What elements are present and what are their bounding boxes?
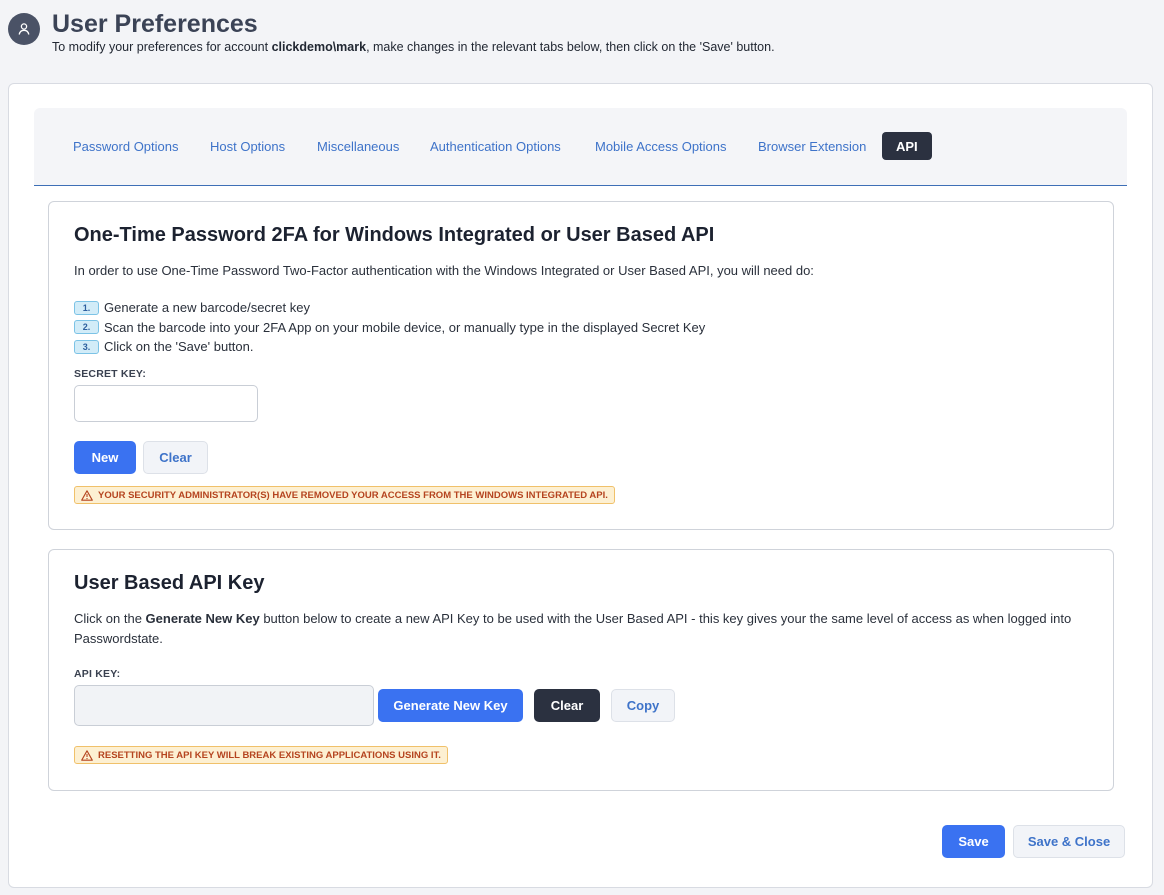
save-button[interactable]: Save xyxy=(942,825,1005,858)
subtitle-prefix: To modify your preferences for account xyxy=(52,40,272,54)
list-item: 1. Generate a new barcode/secret key xyxy=(74,298,705,318)
warning-triangle-icon xyxy=(81,749,93,761)
api-key-field[interactable] xyxy=(74,685,374,726)
tab-miscellaneous[interactable]: Miscellaneous xyxy=(317,132,399,160)
step-text: Generate a new barcode/secret key xyxy=(104,300,310,316)
preferences-panel: Password Options Host Options Miscellane… xyxy=(8,83,1153,888)
tab-bar: Password Options Host Options Miscellane… xyxy=(34,108,1127,186)
page-subtitle: To modify your preferences for account c… xyxy=(52,40,775,54)
otp-steps-list: 1. Generate a new barcode/secret key 2. … xyxy=(74,298,705,357)
step-text: Click on the 'Save' button. xyxy=(104,339,254,355)
copy-api-key-button[interactable]: Copy xyxy=(611,689,675,722)
otp-intro-text: In order to use One-Time Password Two-Fa… xyxy=(74,263,814,278)
save-and-close-button[interactable]: Save & Close xyxy=(1013,825,1125,858)
windows-api-access-warning: YOUR SECURITY ADMINISTRATOR(S) HAVE REMO… xyxy=(74,486,615,504)
avatar xyxy=(8,13,40,45)
clear-api-key-button[interactable]: Clear xyxy=(534,689,600,722)
api-section-title: User Based API Key xyxy=(74,572,265,594)
step-number: 1. xyxy=(74,300,99,315)
secret-key-input[interactable] xyxy=(74,385,258,422)
api-intro-bold: Generate New Key xyxy=(145,611,260,626)
api-key-label: API KEY: xyxy=(74,668,121,680)
otp-section-title: One-Time Password 2FA for Windows Integr… xyxy=(74,224,715,246)
clear-secret-button[interactable]: Clear xyxy=(143,441,208,474)
secret-key-label: SECRET KEY: xyxy=(74,368,147,380)
tab-password-options[interactable]: Password Options xyxy=(73,132,179,160)
api-key-reset-warning: RESETTING THE API KEY WILL BREAK EXISTIN… xyxy=(74,746,448,764)
page-header: User Preferences To modify your preferen… xyxy=(0,0,1164,80)
tab-api[interactable]: API xyxy=(882,132,932,160)
new-secret-button[interactable]: New xyxy=(74,441,136,474)
account-name: clickdemo\mark xyxy=(271,40,367,54)
tab-host-options[interactable]: Host Options xyxy=(210,132,285,160)
step-number: 2. xyxy=(74,320,99,335)
tab-mobile-access-options[interactable]: Mobile Access Options xyxy=(595,132,727,160)
warning-text: RESETTING THE API KEY WILL BREAK EXISTIN… xyxy=(98,749,441,761)
user-icon xyxy=(18,23,30,35)
tab-authentication-options[interactable]: Authentication Options xyxy=(430,132,561,160)
api-intro-text: Click on the Generate New Key button bel… xyxy=(74,609,1104,649)
user-api-key-card: User Based API Key Click on the Generate… xyxy=(48,549,1114,791)
page-title: User Preferences xyxy=(52,10,258,38)
api-intro-prefix: Click on the xyxy=(74,611,146,626)
generate-new-key-button[interactable]: Generate New Key xyxy=(378,689,523,722)
subtitle-suffix: , make changes in the relevant tabs belo… xyxy=(366,40,775,54)
step-text: Scan the barcode into your 2FA App on yo… xyxy=(104,319,706,335)
warning-triangle-icon xyxy=(81,489,93,501)
step-number: 3. xyxy=(74,339,99,354)
list-item: 2. Scan the barcode into your 2FA App on… xyxy=(74,318,705,338)
tab-browser-extension[interactable]: Browser Extension xyxy=(758,132,866,160)
warning-text: YOUR SECURITY ADMINISTRATOR(S) HAVE REMO… xyxy=(98,489,608,501)
otp-2fa-card: One-Time Password 2FA for Windows Integr… xyxy=(48,201,1114,530)
list-item: 3. Click on the 'Save' button. xyxy=(74,337,705,357)
